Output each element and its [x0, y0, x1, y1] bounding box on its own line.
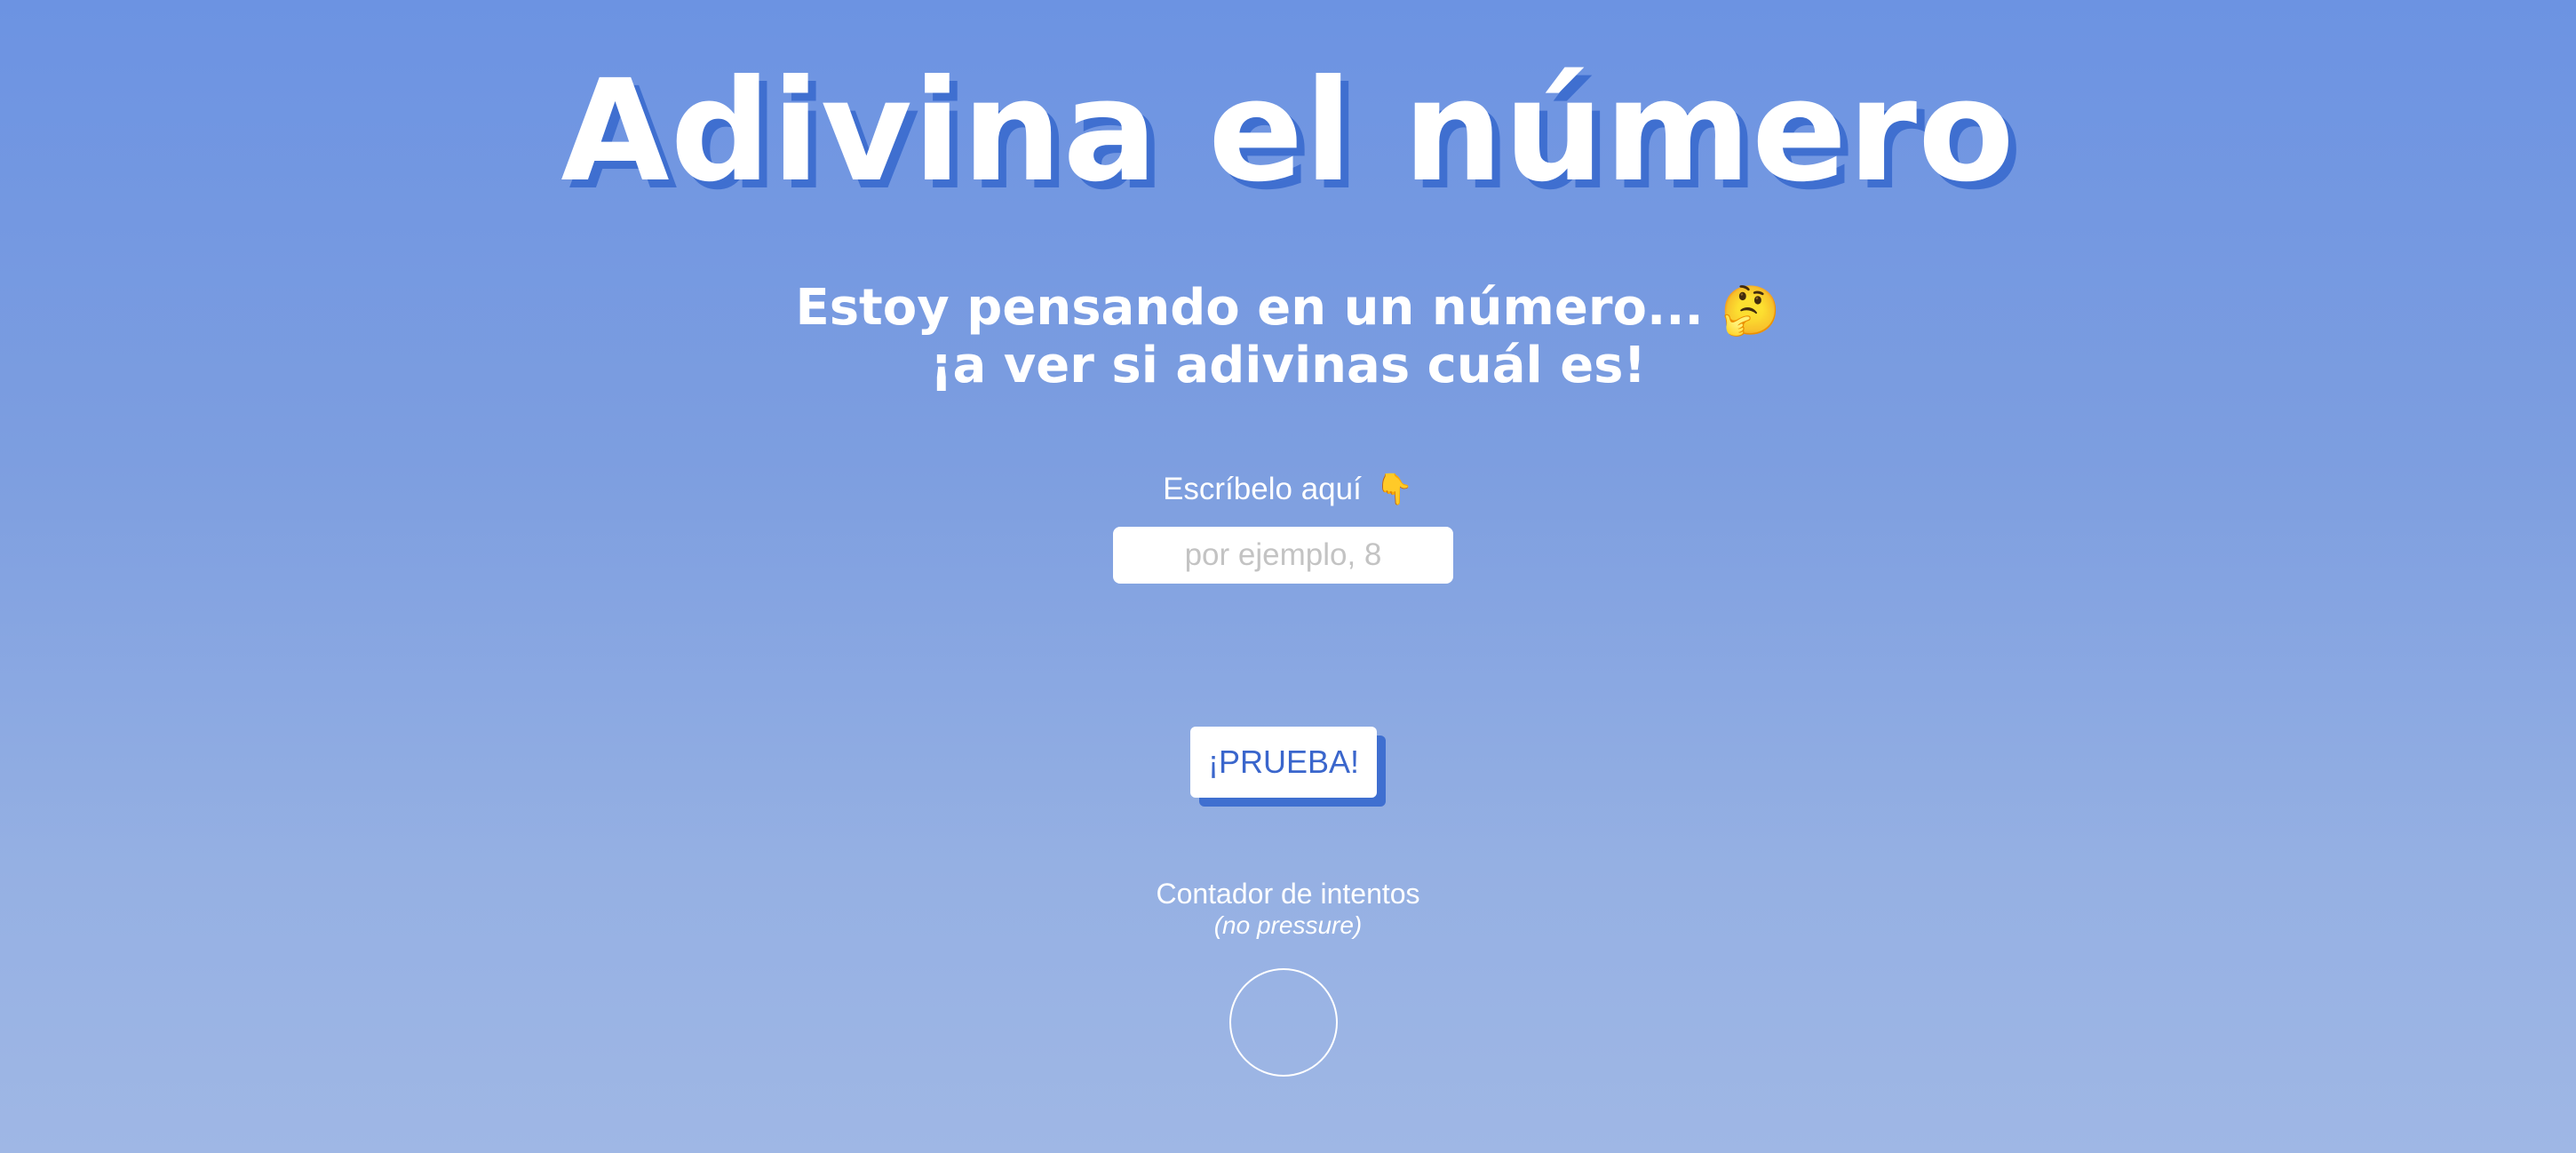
intro-line-1-text: Estoy pensando en un número...	[795, 279, 1704, 337]
attempts-counter-note: (no pressure)	[1213, 911, 1363, 939]
pointing-down-icon: 👇	[1375, 473, 1413, 506]
guess-input[interactable]	[1113, 527, 1453, 584]
guess-input-label: Escríbelo aquí 👇	[0, 469, 2576, 510]
thinking-face-icon: 🤔	[1721, 282, 1781, 338]
attempts-counter-label: Contador de intentos	[1156, 878, 1420, 910]
intro-text: Estoy pensando en un número... 🤔 ¡a ver …	[0, 281, 2576, 394]
guess-input-label-text: Escríbelo aquí	[1163, 472, 1362, 506]
game-page: Adivina el número Estoy pensando en un n…	[0, 0, 2576, 1153]
intro-line-2: ¡a ver si adivinas cuál es!	[929, 336, 1647, 394]
intro-line-1: Estoy pensando en un número... 🤔	[0, 281, 2576, 338]
attempts-counter	[1229, 968, 1338, 1077]
try-button[interactable]: ¡PRUEBA!	[1190, 727, 1377, 798]
page-title: Adivina el número	[561, 50, 2015, 213]
